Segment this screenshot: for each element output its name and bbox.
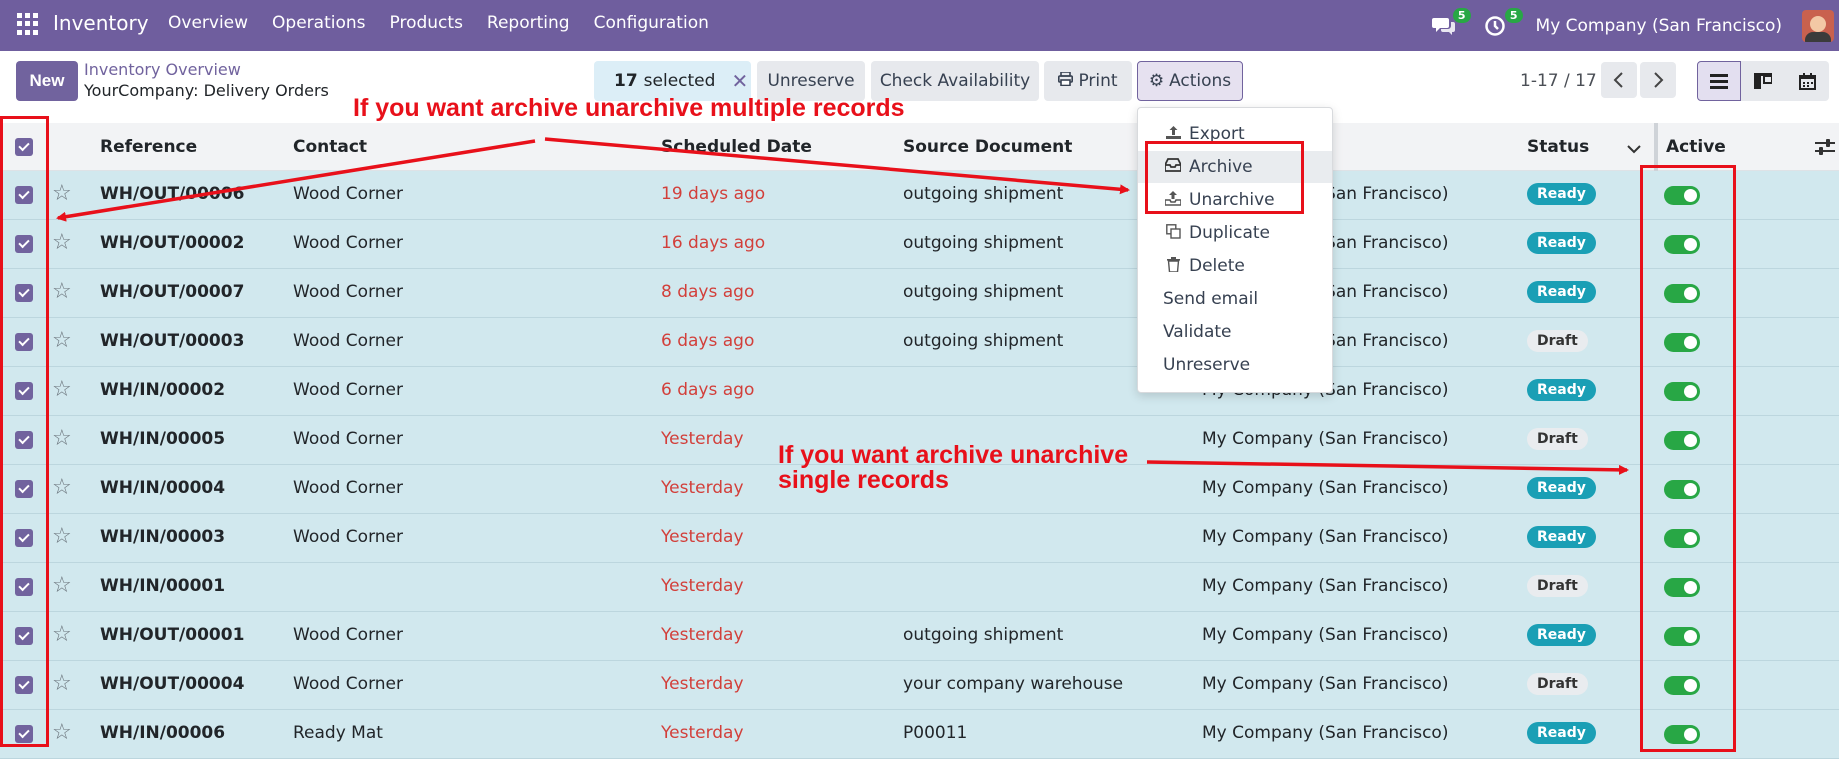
arrow-to-archive-menu <box>544 137 1130 195</box>
annotation-arrows <box>56 137 1629 475</box>
arrow-to-active-toggles <box>1146 460 1629 475</box>
arrow-to-checkboxes <box>56 139 536 222</box>
